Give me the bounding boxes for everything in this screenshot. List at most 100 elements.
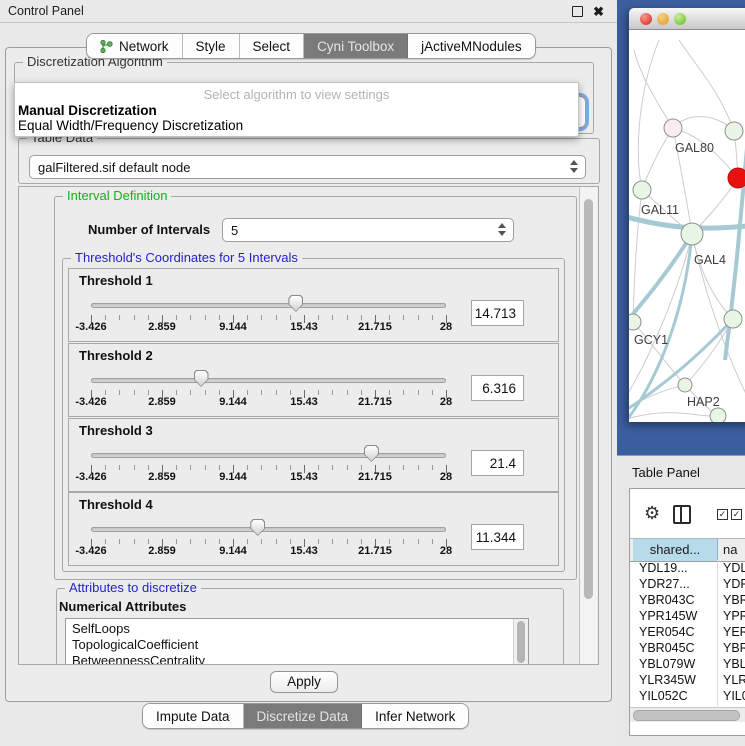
- tick-mark: [432, 465, 433, 470]
- tick-label: 2.859: [148, 471, 176, 483]
- attribute-item[interactable]: TopologicalCoefficient: [72, 637, 198, 652]
- checkbox-icon[interactable]: ✓: [717, 509, 728, 520]
- tick-mark: [418, 539, 419, 544]
- slider-track[interactable]: [91, 303, 446, 308]
- horizontal-scrollbar[interactable]: [630, 707, 745, 722]
- column-header-name[interactable]: na: [723, 539, 737, 560]
- tick-mark: [432, 315, 433, 320]
- tick-label: 2.859: [148, 396, 176, 408]
- tick-mark: [219, 390, 220, 395]
- tick-mark: [219, 539, 220, 544]
- scrollbar-thumb[interactable]: [633, 710, 740, 721]
- tick-mark: [105, 465, 106, 470]
- network-node[interactable]: [725, 122, 743, 140]
- tab-label: Cyni Toolbox: [317, 39, 394, 54]
- table-row[interactable]: YPR145WYPR1: [630, 608, 745, 624]
- table-row[interactable]: YDR27...YDR2: [630, 576, 745, 592]
- threshold-value-field[interactable]: 21.4: [471, 450, 524, 476]
- scrollbar-thumb[interactable]: [584, 199, 593, 599]
- network-node[interactable]: [728, 168, 745, 188]
- tick-mark: [432, 390, 433, 395]
- cell-shared-name: YDL19...: [639, 560, 688, 576]
- network-node[interactable]: [678, 378, 692, 392]
- tick-mark: [261, 539, 262, 544]
- table-row[interactable]: YBR043CYBR0: [630, 592, 745, 608]
- bottom-tab-discretize-data[interactable]: Discretize Data: [244, 704, 363, 728]
- network-icon: [100, 39, 113, 54]
- attribute-item[interactable]: BetweennessCentrality: [72, 653, 205, 665]
- tick-label: 2.859: [148, 545, 176, 557]
- cell-shared-name: YER054C: [639, 624, 695, 640]
- slider-knob[interactable]: [194, 370, 209, 387]
- checkbox-icon[interactable]: ✓: [731, 509, 742, 520]
- tick-mark: [276, 390, 277, 395]
- tick-mark: [190, 465, 191, 470]
- network-window-titlebar[interactable]: [629, 8, 745, 30]
- minimize-traffic-light-icon[interactable]: [657, 13, 669, 25]
- slider-knob[interactable]: [288, 295, 303, 312]
- tick-mark: [290, 315, 291, 320]
- top-tab-bar: NetworkStyleSelect Cyni Toolbox jActiveMNo…: [86, 33, 536, 59]
- bottom-tab-impute-data[interactable]: Impute Data: [143, 704, 244, 728]
- network-node[interactable]: [710, 408, 726, 422]
- node-label: GAL11: [641, 203, 679, 217]
- tick-mark: [261, 315, 262, 320]
- tab-jactivemnodules[interactable]: jActiveMNodules: [408, 34, 535, 58]
- tick-mark: [318, 539, 319, 544]
- network-node[interactable]: [629, 314, 641, 330]
- tab-cyni-toolbox[interactable]: Cyni Toolbox: [304, 34, 408, 58]
- dropdown-option[interactable]: Manual Discretization: [18, 103, 157, 118]
- threshold-value-field[interactable]: 6.316: [471, 375, 524, 401]
- tab-style[interactable]: Style: [183, 34, 240, 58]
- algorithm-dropdown-popup: Select algorithm to view settings Manual…: [14, 82, 579, 137]
- slider-knob[interactable]: [250, 519, 265, 536]
- network-canvas[interactable]: GAL80GCGAL11GAL4GCY1HHAP2: [629, 30, 745, 422]
- zoom-traffic-light-icon[interactable]: [674, 13, 686, 25]
- dropdown-option[interactable]: Equal Width/Frequency Discretization: [18, 118, 243, 133]
- tick-mark: [361, 315, 362, 320]
- table-row[interactable]: YDL19...YDL1: [630, 560, 745, 576]
- tab-select[interactable]: Select: [240, 34, 305, 58]
- network-node[interactable]: [724, 310, 742, 328]
- network-node[interactable]: [664, 119, 682, 137]
- vertical-scrollbar[interactable]: [579, 187, 597, 664]
- tick-label: 9.144: [219, 321, 247, 333]
- table-row[interactable]: YER054CYER0: [630, 624, 745, 640]
- slider-track[interactable]: [91, 527, 446, 532]
- slider-track[interactable]: [91, 378, 446, 383]
- gear-icon[interactable]: ⚙: [644, 504, 660, 522]
- tick-mark: [332, 465, 333, 470]
- split-columns-icon[interactable]: [673, 505, 691, 524]
- network-node[interactable]: [681, 223, 703, 245]
- tick-mark: [105, 539, 106, 544]
- table-row[interactable]: YLR345WYLR3: [630, 672, 745, 688]
- close-traffic-light-icon[interactable]: [640, 13, 652, 25]
- table-row[interactable]: YBL079WYBL0: [630, 656, 745, 672]
- bottom-tab-infer-network[interactable]: Infer Network: [362, 704, 468, 728]
- apply-button[interactable]: Apply: [270, 671, 338, 693]
- cell-name: YLR3: [723, 672, 745, 688]
- number-of-intervals-combobox[interactable]: 5: [222, 218, 514, 242]
- attribute-item[interactable]: SelfLoops: [72, 621, 130, 636]
- close-icon[interactable]: ✖: [593, 6, 604, 17]
- slider-track[interactable]: [91, 453, 446, 458]
- float-window-icon[interactable]: [572, 6, 583, 17]
- numerical-attributes-list[interactable]: SelfLoopsTopologicalCoefficientBetweenne…: [65, 618, 529, 665]
- group-title: Interval Definition: [63, 188, 171, 204]
- slider-knob[interactable]: [364, 445, 379, 462]
- threshold-panel: Threshold 3-3.4262.8599.14415.4321.71528…: [68, 418, 559, 492]
- tick-mark: [318, 390, 319, 395]
- tick-label: 21.715: [358, 321, 392, 333]
- tab-network[interactable]: Network: [87, 34, 183, 58]
- tab-label: Discretize Data: [257, 709, 349, 724]
- tick-mark: [247, 465, 248, 470]
- table-data-combobox[interactable]: galFiltered.sif default node: [29, 155, 586, 179]
- table-row[interactable]: YBR045CYBR0: [630, 640, 745, 656]
- table-row[interactable]: YIL052CYIL0: [630, 688, 745, 704]
- column-header-shared[interactable]: shared...: [633, 539, 718, 561]
- threshold-value-field[interactable]: 14.713: [471, 300, 524, 326]
- list-scrollbar[interactable]: [513, 619, 528, 665]
- tick-label: -3.426: [75, 321, 106, 333]
- network-node[interactable]: [633, 181, 651, 199]
- threshold-value-field[interactable]: 11.344: [471, 524, 524, 550]
